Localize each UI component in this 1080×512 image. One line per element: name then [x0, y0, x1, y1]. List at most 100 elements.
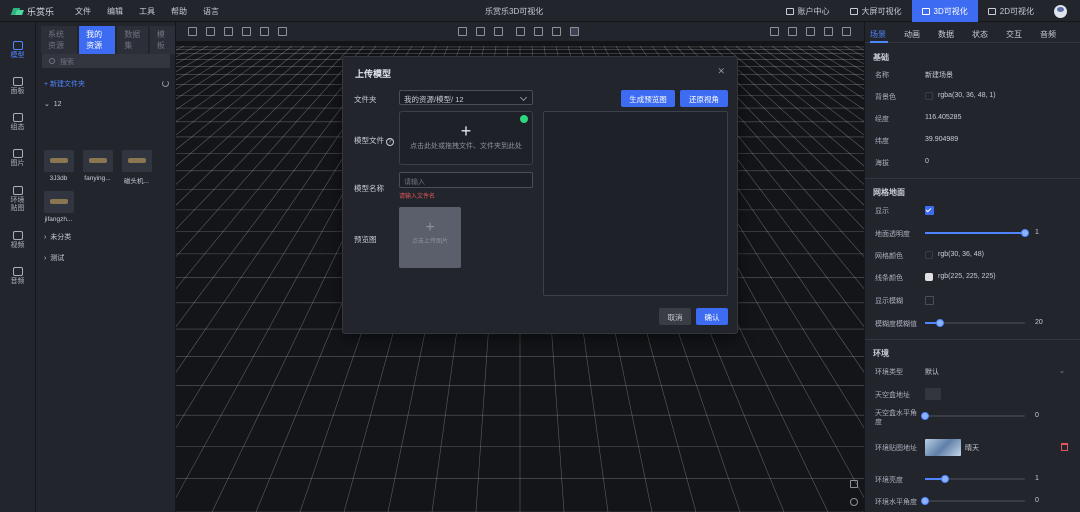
app-logo[interactable]: 乐赏乐	[12, 5, 54, 18]
add-icon[interactable]	[188, 27, 197, 36]
tab-audio[interactable]: 音频	[1040, 22, 1074, 42]
rail-environment[interactable]: 环境贴图	[0, 176, 35, 222]
preview-icon[interactable]	[788, 27, 797, 36]
rail-video[interactable]: 视频	[0, 222, 35, 258]
menu-tools[interactable]: 工具	[139, 6, 171, 17]
model-item[interactable]: 3J3db	[42, 150, 75, 185]
env-map-thumbnail[interactable]	[925, 439, 961, 456]
tab-templates[interactable]: 模板	[149, 26, 175, 54]
clipboard-icon[interactable]	[770, 27, 779, 36]
menu-edit[interactable]: 编辑	[107, 6, 139, 17]
rail-image[interactable]: 图片	[0, 140, 35, 176]
tab-data[interactable]: 数据	[938, 22, 972, 42]
tab-animation[interactable]: 动画	[904, 22, 938, 42]
redo-icon[interactable]	[278, 27, 287, 36]
layers-icon[interactable]	[570, 27, 579, 36]
nav-2d[interactable]: 2D可视化	[978, 0, 1044, 22]
model-item[interactable]: jifangzh...	[42, 191, 75, 223]
folder-test[interactable]: › 测试	[44, 253, 64, 263]
eye-icon[interactable]	[516, 27, 525, 36]
new-folder-link[interactable]: + 新建文件夹	[44, 79, 85, 89]
model-name-input[interactable]: 请输入	[399, 172, 533, 188]
tab-system-resources[interactable]: 系统资源	[41, 26, 78, 54]
play-icon[interactable]	[806, 27, 815, 36]
box-icon[interactable]	[534, 27, 543, 36]
brightness-slider[interactable]	[925, 475, 1025, 483]
menu-language[interactable]: 语言	[203, 6, 235, 17]
search-input[interactable]: 搜索	[42, 54, 170, 68]
confirm-button[interactable]: 确认	[696, 308, 728, 325]
model-preview-canvas[interactable]	[543, 111, 728, 296]
menu-file[interactable]: 文件	[75, 6, 107, 17]
grid-show-checkbox[interactable]	[925, 206, 934, 215]
fullscreen-icon[interactable]	[850, 480, 858, 488]
tab-scene[interactable]: 场景	[870, 22, 904, 43]
save-icon[interactable]	[224, 27, 233, 36]
menu-help[interactable]: 帮助	[171, 6, 203, 17]
check-icon	[925, 206, 932, 213]
close-icon[interactable]: ✕	[717, 66, 725, 77]
tab-interaction[interactable]: 交互	[1006, 22, 1040, 42]
folder-12[interactable]: ⌄ 12	[44, 100, 62, 108]
more-icon[interactable]	[842, 27, 851, 36]
slider-handle[interactable]	[941, 475, 949, 483]
rail-config[interactable]: 组态	[0, 104, 35, 140]
new-file-icon[interactable]	[206, 27, 215, 36]
slider-handle[interactable]	[921, 497, 929, 505]
prop-value: 晴天	[965, 445, 979, 452]
nav-big-screen[interactable]: 大屏可视化	[840, 0, 912, 22]
undo-icon[interactable]	[260, 27, 269, 36]
blur-checkbox[interactable]	[925, 296, 934, 305]
env-angle-slider[interactable]	[921, 497, 1025, 505]
export-icon[interactable]	[242, 27, 251, 36]
audio-icon	[12, 266, 23, 276]
axis-icon[interactable]	[458, 27, 467, 36]
color-swatch[interactable]	[925, 92, 933, 100]
rail-panel[interactable]: 面板	[0, 68, 35, 104]
slider-handle[interactable]	[936, 319, 944, 327]
opacity-slider[interactable]	[925, 229, 1029, 237]
compass-icon[interactable]	[552, 27, 561, 36]
edit-icon[interactable]	[476, 27, 485, 36]
pencil-icon[interactable]	[925, 388, 941, 400]
dialog-title: 上传模型	[355, 69, 392, 79]
folder-uncategorized[interactable]: › 未分类	[44, 232, 71, 242]
prop-value[interactable]: 39.904989	[925, 136, 958, 143]
env-type-select[interactable]: 默认	[925, 367, 939, 377]
skybox-angle-slider[interactable]	[921, 412, 1025, 420]
model-item[interactable]: 磁头机...	[120, 150, 153, 185]
slider-handle[interactable]	[1021, 229, 1029, 237]
info-icon[interactable]	[850, 498, 858, 506]
reset-view-button[interactable]: 还原视角	[680, 90, 728, 107]
tab-datasets[interactable]: 数据集	[117, 26, 148, 54]
trash-icon[interactable]	[1061, 443, 1068, 451]
nav-account-center[interactable]: 账户中心	[776, 0, 840, 22]
model-item[interactable]: fanying...	[81, 150, 114, 185]
prop-value[interactable]: 新建场景	[925, 70, 953, 80]
rail-model[interactable]: 模型	[0, 32, 35, 68]
tab-my-resources[interactable]: 我的资源	[79, 26, 116, 54]
prop-value[interactable]: 0	[925, 158, 929, 165]
help-icon[interactable]: ?	[386, 138, 394, 146]
generate-preview-button[interactable]: 生成预览图	[621, 90, 675, 107]
chevron-down-icon[interactable]: ⌄	[1059, 367, 1065, 375]
blur-slider[interactable]	[925, 319, 1025, 327]
panel-icon	[12, 76, 23, 86]
file-dropzone[interactable]: + 点击此处或拖拽文件、文件夹到此处	[399, 111, 533, 165]
preview-upload[interactable]: + 点击上传图片	[399, 207, 461, 268]
nav-3d[interactable]: 3D可视化	[911, 0, 978, 22]
tab-state[interactable]: 状态	[972, 22, 1006, 42]
share-icon[interactable]	[824, 27, 833, 36]
measure-icon[interactable]	[494, 27, 503, 36]
prop-label: 环境类型	[875, 369, 903, 376]
avatar[interactable]	[1054, 4, 1067, 18]
prop-value[interactable]: 116.405285	[925, 114, 961, 121]
folder-select[interactable]: 我的资源/模型/ 12	[399, 90, 533, 105]
refresh-icon[interactable]	[162, 80, 169, 87]
cancel-button[interactable]: 取消	[659, 308, 691, 325]
color-swatch[interactable]	[925, 251, 933, 259]
rail-audio[interactable]: 音频	[0, 258, 35, 294]
rail-label: 音频	[10, 277, 25, 285]
color-swatch[interactable]	[925, 273, 933, 281]
slider-handle[interactable]	[921, 412, 929, 420]
